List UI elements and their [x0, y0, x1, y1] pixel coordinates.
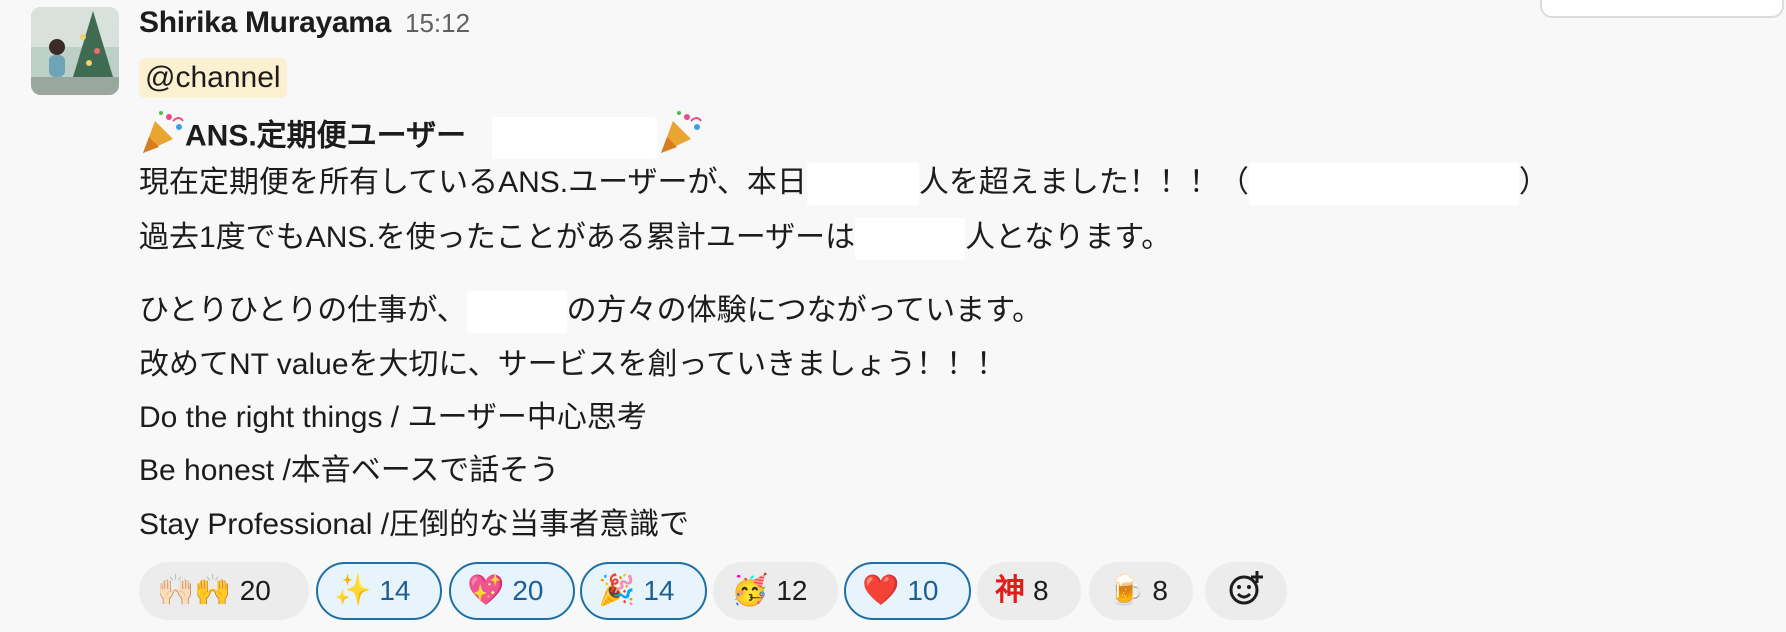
redacted-block [1248, 163, 1519, 206]
add-emoji-icon [1227, 569, 1265, 614]
reaction-sparkling-heart[interactable]: 💖 20 [449, 562, 575, 620]
message-header: Shirika Murayama 15:12 [139, 6, 470, 46]
reaction-raised-hands[interactable]: 🙌🏻🙌 20 [139, 562, 309, 620]
line-text: 人となります。 [965, 221, 1172, 254]
message-line: Do the right things / ユーザー中心思考 [139, 401, 647, 434]
reaction-count: 10 [907, 575, 939, 606]
reaction-count: 14 [379, 575, 411, 606]
raised-hands-icon: 🙌🏻🙌 [157, 574, 232, 607]
line-text: ひとりひとりの仕事が、 [139, 294, 467, 327]
line-text: ） [1518, 166, 1549, 199]
message-line: Stay Professional /圧倒的な当事者意識で [139, 508, 690, 541]
announcement-title: ANS.定期便ユーザー [139, 109, 703, 166]
title-text: ANS.定期便ユーザー [185, 119, 467, 153]
author-name[interactable]: Shirika Murayama [139, 6, 391, 39]
message-line: ひとりひとりの仕事が、 の方々の体験につながっています。 [139, 291, 1043, 334]
reaction-count: 8 [1152, 575, 1168, 606]
line-text: 人を超えました！！！（ [918, 166, 1249, 199]
sparkling-heart-icon: 💖 [467, 574, 505, 607]
reaction-beer-mug[interactable]: 🍺 8 [1089, 562, 1193, 620]
redacted-block [466, 291, 567, 334]
reaction-count: 20 [512, 575, 544, 606]
reaction-red-heart[interactable]: ❤️ 10 [844, 562, 971, 620]
reaction-count: 20 [239, 575, 271, 606]
add-reaction-button[interactable] [1205, 562, 1287, 620]
message-line: Be honest /本音ベースで話そう [139, 454, 560, 487]
reaction-party-popper[interactable]: 🎉 14 [580, 562, 707, 620]
message-timestamp[interactable]: 15:12 [405, 8, 470, 38]
reaction-count: 8 [1033, 575, 1049, 606]
red-heart-icon: ❤️ [862, 574, 900, 607]
beer-mug-icon: 🍺 [1107, 574, 1145, 607]
message-actions-toolbar[interactable] [1540, 0, 1784, 18]
reaction-partying-face[interactable]: 🥳 12 [713, 562, 838, 620]
line-text: の方々の体験につながっています。 [566, 294, 1043, 327]
sparkles-icon: ✨ [334, 574, 372, 607]
redacted-block [806, 163, 919, 206]
kami-icon: 神 [995, 574, 1025, 607]
redacted-block [855, 218, 966, 261]
message-line: 過去1度でもANS.を使ったことがある累計ユーザーは 人となります。 [139, 218, 1172, 261]
reaction-count: 12 [776, 575, 808, 606]
party-popper-icon: 🎉 [598, 574, 636, 607]
redacted-block [492, 116, 658, 159]
party-popper-icon [139, 109, 185, 166]
line-text: 現在定期便を所有しているANS.ユーザーが、本日 [139, 166, 807, 199]
channel-mention[interactable]: @channel [139, 58, 287, 98]
partying-face-icon: 🥳 [731, 574, 769, 607]
avatar[interactable] [31, 7, 119, 95]
reaction-kami[interactable]: 神8 [977, 562, 1081, 620]
party-popper-icon [657, 109, 703, 166]
reaction-sparkles[interactable]: ✨ 14 [316, 562, 442, 620]
line-text: 過去1度でもANS.を使ったことがある累計ユーザーは [139, 221, 856, 254]
reaction-count: 14 [643, 575, 675, 606]
message-line: 現在定期便を所有しているANS.ユーザーが、本日 人を超えました！！！（ ） [139, 163, 1549, 206]
message-line: 改めてNT valueを大切に、サービスを創っていきましょう！！！ [139, 348, 1007, 381]
